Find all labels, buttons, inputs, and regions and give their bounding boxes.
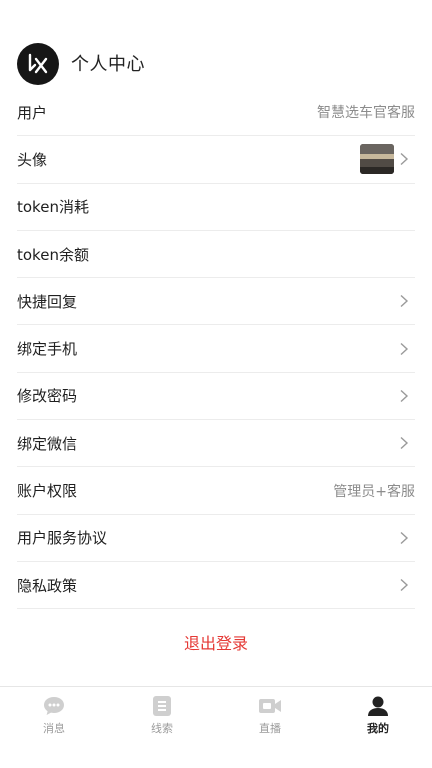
tab-label: 线索 [151, 722, 173, 735]
chevron-right-icon [400, 531, 409, 544]
row-label: 修改密码 [17, 387, 78, 406]
tab-leads[interactable]: 线索 [108, 695, 216, 736]
row-label: 头像 [17, 150, 48, 169]
tab-messages[interactable]: 消息 [0, 695, 108, 736]
row-label: 用户服务协议 [17, 529, 108, 548]
row-label: 快捷回复 [17, 292, 78, 311]
row-quick-reply[interactable]: 快捷回复 [17, 278, 415, 326]
row-token-balance: token余额 [17, 231, 415, 279]
page-header: 个人中心 [0, 0, 432, 96]
video-camera-icon [258, 695, 282, 717]
row-label: token余额 [17, 245, 89, 264]
row-value: 管理员+客服 [333, 483, 415, 500]
chat-bubble-icon [42, 695, 66, 717]
avatar [360, 144, 394, 175]
row-bind-phone[interactable]: 绑定手机 [17, 325, 415, 373]
row-avatar[interactable]: 头像 [17, 136, 415, 184]
chevron-right-icon [400, 295, 409, 308]
row-token-usage: token消耗 [17, 184, 415, 231]
chevron-right-icon [400, 389, 409, 402]
person-icon [366, 695, 390, 717]
list-doc-icon [150, 695, 174, 717]
row-bind-wechat[interactable]: 绑定微信 [17, 420, 415, 468]
row-label: token消耗 [17, 198, 89, 217]
chevron-right-icon [400, 437, 409, 450]
page-title: 个人中心 [71, 54, 145, 75]
bottom-tab-bar: 消息 线索 直播 我的 [0, 686, 432, 768]
chevron-right-icon [400, 579, 409, 592]
tab-label: 直播 [259, 722, 281, 735]
row-value: 智慧选车官客服 [317, 105, 415, 122]
settings-list: 用户 智慧选车官客服 头像 token消耗 token余额 快捷回复 绑定手机 … [17, 89, 415, 610]
logout-button[interactable]: 退出登录 [0, 630, 432, 654]
row-account-permission: 账户权限 管理员+客服 [17, 467, 415, 515]
tab-label: 我的 [367, 722, 389, 735]
row-label: 账户权限 [17, 482, 78, 501]
tab-live[interactable]: 直播 [216, 695, 324, 736]
row-label: 隐私政策 [17, 576, 78, 595]
row-change-password[interactable]: 修改密码 [17, 373, 415, 421]
brand-logo-icon [17, 43, 59, 85]
chevron-right-icon [400, 153, 409, 166]
row-service-agreement[interactable]: 用户服务协议 [17, 515, 415, 562]
row-label: 用户 [17, 103, 48, 122]
row-user: 用户 智慧选车官客服 [17, 89, 415, 137]
row-label: 绑定手机 [17, 340, 78, 359]
tab-label: 消息 [43, 722, 65, 735]
tab-me[interactable]: 我的 [324, 695, 432, 736]
chevron-right-icon [400, 342, 409, 355]
row-label: 绑定微信 [17, 434, 78, 453]
row-privacy-policy[interactable]: 隐私政策 [17, 562, 415, 610]
